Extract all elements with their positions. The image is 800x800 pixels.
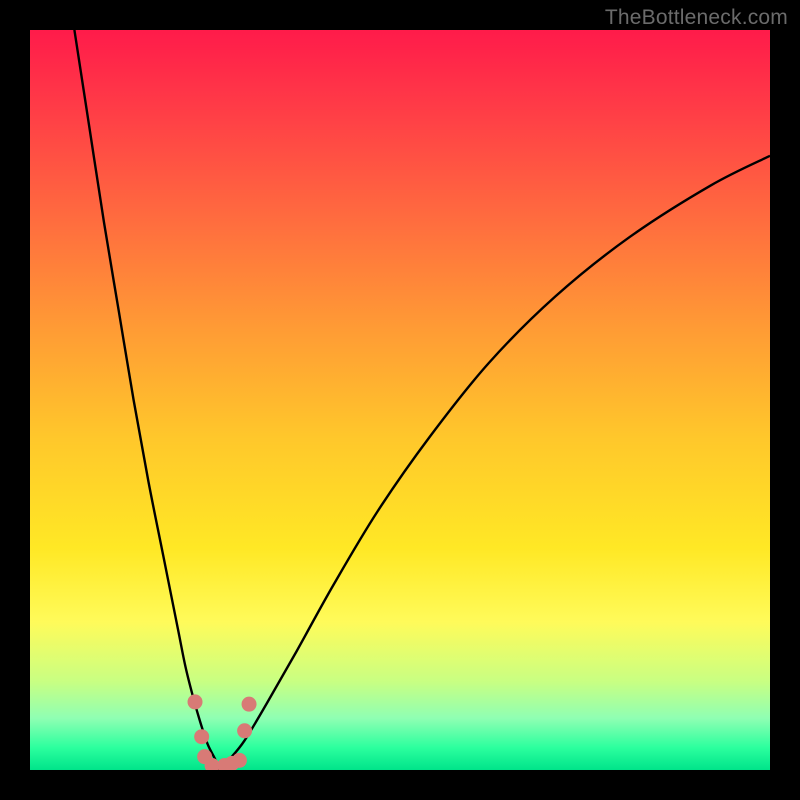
data-point [188,694,203,709]
data-point [237,723,252,738]
curve-svg [30,30,770,770]
plot-area [30,30,770,770]
data-point [194,729,209,744]
curve-left-branch [74,30,219,770]
watermark-text: TheBottleneck.com [605,6,788,30]
data-point [232,753,247,768]
curve-right-branch [219,156,770,770]
data-points-group [188,694,257,770]
data-point [242,697,257,712]
chart-frame: TheBottleneck.com [0,0,800,800]
